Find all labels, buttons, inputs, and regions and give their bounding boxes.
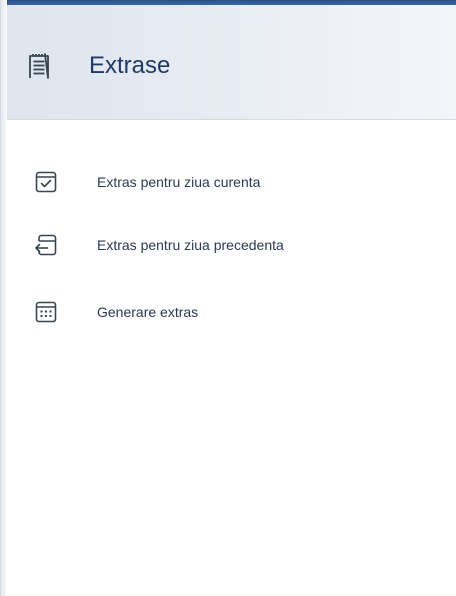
window-left-border [0,0,7,596]
calendar-back-icon [35,234,57,256]
menu-item-extras-current-day[interactable]: Extras pentru ziua curenta [35,167,435,197]
calendar-grid-icon [35,301,57,323]
extrase-panel: Extrase Extras pentru ziua curenta Extra… [7,5,456,596]
panel-header: Extrase [7,5,456,120]
menu-item-label: Extras pentru ziua precedenta [97,237,284,253]
menu-item-extras-previous-day[interactable]: Extras pentru ziua precedenta [35,230,435,260]
menu-item-label: Extras pentru ziua curenta [97,174,261,190]
panel-title: Extrase [89,52,171,79]
calendar-check-icon [35,171,57,193]
extrase-window: Extrase Extras pentru ziua curenta Extra… [0,0,456,596]
receipt-icon [29,53,49,79]
menu-item-generate-extras[interactable]: Generare extras [35,297,435,327]
menu-item-label: Generare extras [97,304,199,320]
